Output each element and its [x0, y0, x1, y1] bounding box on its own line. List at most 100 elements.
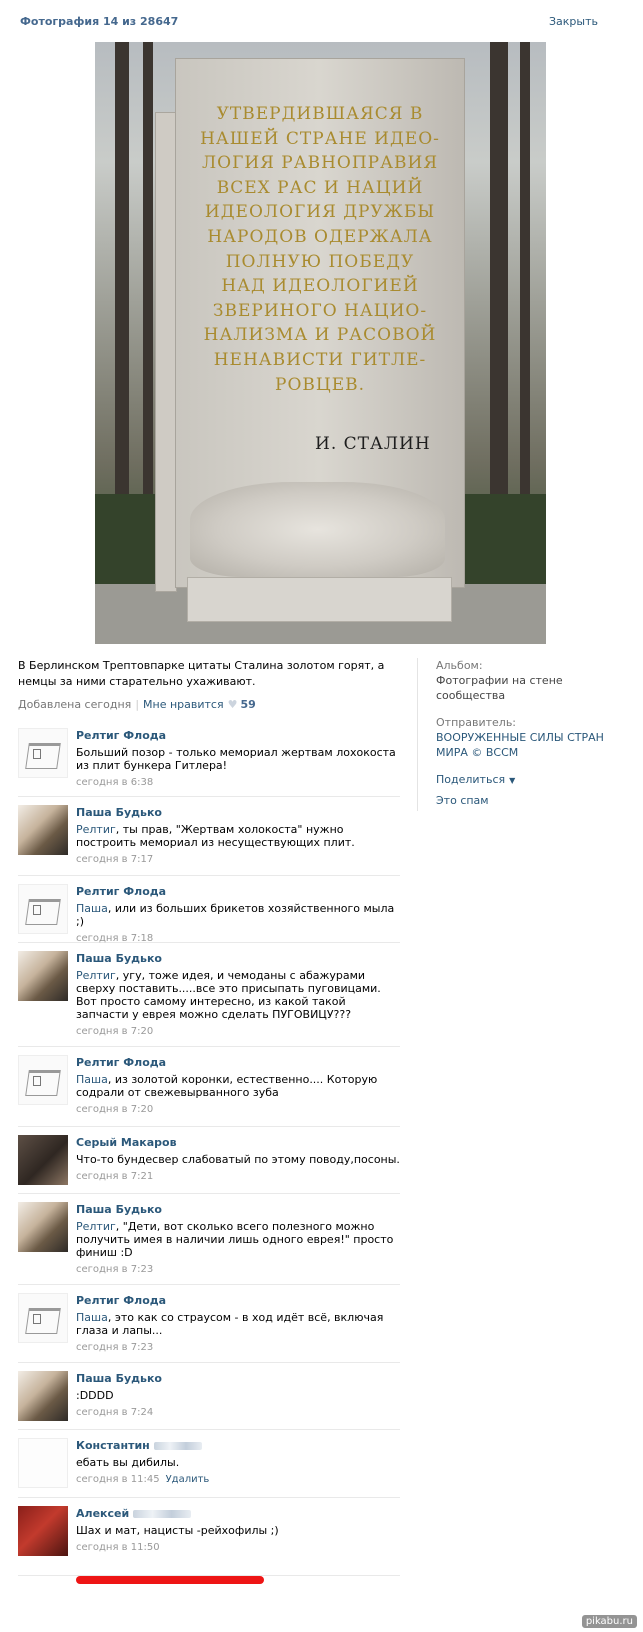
comment-author[interactable]: Релтиг Флода: [76, 884, 400, 899]
blurred-surname: [133, 1510, 192, 1518]
comment-text: Шах и мат, нацисты -рейхофилы ;): [76, 1524, 400, 1537]
comment-time[interactable]: сегодня в 7:24: [76, 1406, 400, 1420]
album-info: Альбом: Фотографии на стене сообщества: [436, 658, 616, 703]
album-label: Альбом:: [436, 659, 483, 672]
comment-body: Релтиг Флода Паша, или из больших брикет…: [76, 884, 400, 946]
comment-time: сегодня в 11:45 Удалить: [76, 1473, 400, 1487]
close-link[interactable]: Закрыть: [549, 15, 598, 28]
avatar[interactable]: [18, 1202, 68, 1252]
comment-author[interactable]: Константин: [76, 1438, 400, 1453]
inscription-line: ЛОГИЯ РАВНОПРАВИЯ: [201, 153, 439, 174]
comment-body: Алексей Шах и мат, нацисты -рейхофилы ;)…: [76, 1506, 400, 1555]
comment-message: Что-то бундесвер слабоватый по этому пов…: [76, 1153, 400, 1166]
added-date: Добавлена сегодня: [18, 698, 132, 711]
album-name[interactable]: Фотографии на стене сообщества: [436, 673, 616, 703]
avatar[interactable]: [18, 1055, 68, 1105]
comment-author[interactable]: Релтиг Флода: [76, 1293, 400, 1308]
comment-time[interactable]: сегодня в 7:20: [76, 1025, 400, 1039]
avatar[interactable]: [18, 1506, 68, 1556]
share-button[interactable]: Поделиться ▼: [436, 772, 616, 788]
like-link[interactable]: Мне нравится: [143, 698, 224, 711]
inscription-line: НАЛИЗМА И РАСОВОЙ: [203, 325, 437, 346]
comment-message: Больший позор - только мемориал жертвам …: [76, 746, 396, 772]
inscription-line: НЕНАВИСТИ ГИТЛЕ-: [213, 349, 427, 370]
comment-author[interactable]: Серый Макаров: [76, 1135, 400, 1150]
avatar[interactable]: [18, 1371, 68, 1421]
comment-item: Константин ебать вы дибилы. сегодня в 11…: [18, 1430, 400, 1498]
comment-body: Паша Будько Релтиг, угу, тоже идея, и че…: [76, 951, 400, 1039]
memorial-photo[interactable]: УТВЕРДИВШАЯСЯ В НАШЕЙ СТРАНЕ ИДЕО- ЛОГИЯ…: [95, 42, 546, 644]
comment-text: Больший позор - только мемориал жертвам …: [76, 746, 400, 772]
comment-text: Релтиг, ты прав, "Жертвам холокоста" нуж…: [76, 823, 400, 849]
avatar[interactable]: [18, 1293, 68, 1343]
comment-time[interactable]: сегодня в 7:17: [76, 853, 400, 867]
comment-item: Паша Будько Релтиг, ты прав, "Жертвам хо…: [18, 797, 400, 876]
reply-mention[interactable]: Релтиг: [76, 969, 116, 982]
comment-author[interactable]: Паша Будько: [76, 1202, 400, 1217]
comment-author[interactable]: Паша Будько: [76, 805, 400, 820]
comment-message: , или из больших брикетов хозяйственного…: [76, 902, 395, 928]
photo-sidebar: Альбом: Фотографии на стене сообщества О…: [436, 658, 616, 808]
reply-mention[interactable]: Релтиг: [76, 823, 116, 836]
comment-item: Паша Будько :DDDD сегодня в 7:24: [18, 1363, 400, 1430]
comment-timestamp[interactable]: сегодня в 11:45: [76, 1474, 160, 1485]
comment-message: , "Дети, вот сколько всего полезного мож…: [76, 1220, 394, 1259]
sender-link[interactable]: ВООРУЖЕННЫЕ СИЛЫ СТРАН МИРА © ВССМ: [436, 730, 616, 760]
comment-text: Что-то бундесвер слабоватый по этому пов…: [76, 1153, 400, 1166]
comment-item: Релтиг Флода Паша, из золотой коронки, е…: [18, 1047, 400, 1127]
avatar[interactable]: [18, 951, 68, 1001]
comment-item: Серый Макаров Что-то бундесвер слабоваты…: [18, 1127, 400, 1194]
comment-body: Релтиг Флода Паша, из золотой коронки, е…: [76, 1055, 400, 1117]
comment-author[interactable]: Релтиг Флода: [76, 1055, 400, 1070]
chevron-down-icon: ▼: [509, 776, 516, 785]
comment-message: , из золотой коронки, естественно.... Ко…: [76, 1073, 378, 1099]
comment-time[interactable]: сегодня в 7:20: [76, 1103, 400, 1117]
inscription-line: ПОЛНУЮ ПОБЕДУ: [225, 251, 415, 272]
comment-text: Релтиг, "Дети, вот сколько всего полезно…: [76, 1220, 400, 1259]
watermark: pikabu.ru: [581, 1615, 637, 1628]
share-label: Поделиться: [436, 773, 506, 786]
monument-base: [187, 577, 452, 622]
monument-inscription: УТВЕРДИВШАЯСЯ В НАШЕЙ СТРАНЕ ИДЕО- ЛОГИЯ…: [195, 102, 445, 397]
photo-counter-title: Фотография 14 из 28647: [20, 15, 179, 28]
comment-time[interactable]: сегодня в 7:23: [76, 1341, 400, 1355]
heart-icon[interactable]: ♥: [228, 698, 238, 711]
spam-link[interactable]: Это спам: [436, 793, 616, 808]
comment-author-name: Константин: [76, 1439, 150, 1452]
comment-item: Релтиг Флода Больший позор - только мемо…: [18, 720, 400, 797]
avatar[interactable]: [18, 805, 68, 855]
comment-text: ебать вы дибилы.: [76, 1456, 400, 1469]
comment-time[interactable]: сегодня в 11:50: [76, 1541, 400, 1555]
comment-author[interactable]: Релтиг Флода: [76, 728, 400, 743]
comment-time[interactable]: сегодня в 7:23: [76, 1263, 400, 1277]
comment-author[interactable]: Паша Будько: [76, 951, 400, 966]
comment-author-name: Алексей: [76, 1507, 130, 1520]
comment-time[interactable]: сегодня в 7:21: [76, 1170, 400, 1184]
photo-description: В Берлинском Трептовпарке цитаты Сталина…: [18, 659, 385, 688]
comment-text: :DDDD: [76, 1389, 400, 1402]
inscription-line: РОВЦЕВ.: [275, 374, 365, 395]
meta-divider: |: [135, 698, 140, 711]
comment-time[interactable]: сегодня в 6:38: [76, 776, 400, 790]
avatar[interactable]: [18, 1438, 68, 1488]
avatar[interactable]: [18, 728, 68, 778]
comment-author[interactable]: Паша Будько: [76, 1371, 400, 1386]
reply-mention[interactable]: Паша: [76, 1311, 108, 1324]
reply-mention[interactable]: Паша: [76, 902, 108, 915]
comment-author[interactable]: Алексей: [76, 1506, 400, 1521]
inscription-line: ИДЕОЛОГИЯ ДРУЖБЫ: [204, 202, 436, 223]
comment-message: , ты прав, "Жертвам холокоста" нужно пос…: [76, 823, 355, 849]
reply-mention[interactable]: Релтиг: [76, 1220, 116, 1233]
sender-info: Отправитель: ВООРУЖЕННЫЕ СИЛЫ СТРАН МИРА…: [436, 715, 616, 760]
avatar[interactable]: [18, 1135, 68, 1185]
comment-message: , угу, тоже идея, и чемоданы с абажурами…: [76, 969, 381, 1021]
comment-body: Паша Будько Релтиг, "Дети, вот сколько в…: [76, 1202, 400, 1277]
avatar[interactable]: [18, 884, 68, 934]
comment-message: , это как со страусом - в ход идёт всё, …: [76, 1311, 384, 1337]
reply-mention[interactable]: Паша: [76, 1073, 108, 1086]
comment-item: Релтиг Флода Паша, или из больших брикет…: [18, 876, 400, 946]
comment-body: Серый Макаров Что-то бундесвер слабоваты…: [76, 1135, 400, 1184]
comment-item: Алексей Шах и мат, нацисты -рейхофилы ;)…: [18, 1498, 400, 1576]
monument-side: [155, 112, 177, 592]
delete-link[interactable]: Удалить: [166, 1474, 210, 1485]
